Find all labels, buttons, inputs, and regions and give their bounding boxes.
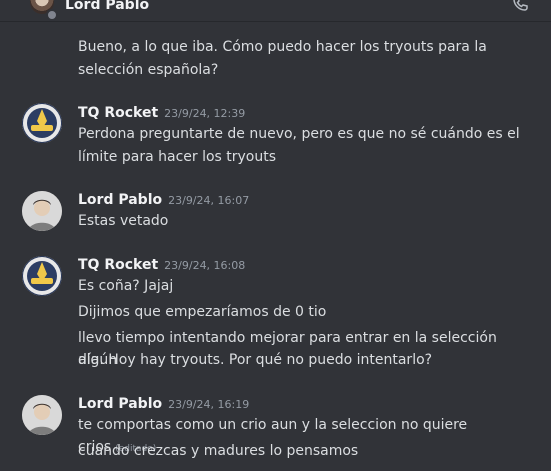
message-text: selección española? [78,62,219,78]
author-name[interactable]: Lord Pablo [78,192,162,208]
message-text: Perdona preguntarte de nuevo, pero es qu… [78,126,520,142]
author-name[interactable]: TQ Rocket [78,257,158,273]
message-text: Dijimos que empezaríamos de 0 tio [78,304,327,320]
channel-header: Lord Pablo [0,0,551,22]
avatar[interactable] [22,191,62,231]
message-text: límite para hacer los tryouts [78,149,277,165]
call-icon[interactable] [510,0,530,14]
message-text: Bueno, a lo que iba. Cómo puedo hacer lo… [78,39,487,55]
avatar[interactable] [22,256,62,296]
message-header: Lord Pablo 23/9/24, 16:07 [78,189,249,209]
message-text: día. Hoy hay tryouts. Por qué no puedo i… [78,352,433,368]
avatar[interactable] [22,103,62,143]
message-text: Es coña? Jajaj [78,278,174,294]
timestamp: 23/9/24, 12:39 [164,107,246,120]
status-indicator [46,9,58,21]
timestamp: 23/9/24, 16:07 [168,194,250,207]
channel-title[interactable]: Lord Pablo [65,0,149,14]
author-name[interactable]: TQ Rocket [78,105,158,121]
user-photo-icon [22,191,62,231]
timestamp: 23/9/24, 16:19 [168,398,250,411]
user-photo-icon [22,395,62,435]
rocket-logo-icon [23,257,61,295]
rocket-logo-icon [23,104,61,142]
author-name[interactable]: Lord Pablo [78,396,162,412]
avatar[interactable] [22,395,62,435]
message-header: TQ Rocket 23/9/24, 12:39 [78,102,245,122]
timestamp: 23/9/24, 16:08 [164,259,246,272]
message-header: Lord Pablo 23/9/24, 16:19 [78,393,249,413]
message-text: cuando crezcas y madures lo pensamos [78,443,359,459]
message-text: Estas vetado [78,213,169,229]
message-header: TQ Rocket 23/9/24, 16:08 [78,254,245,274]
